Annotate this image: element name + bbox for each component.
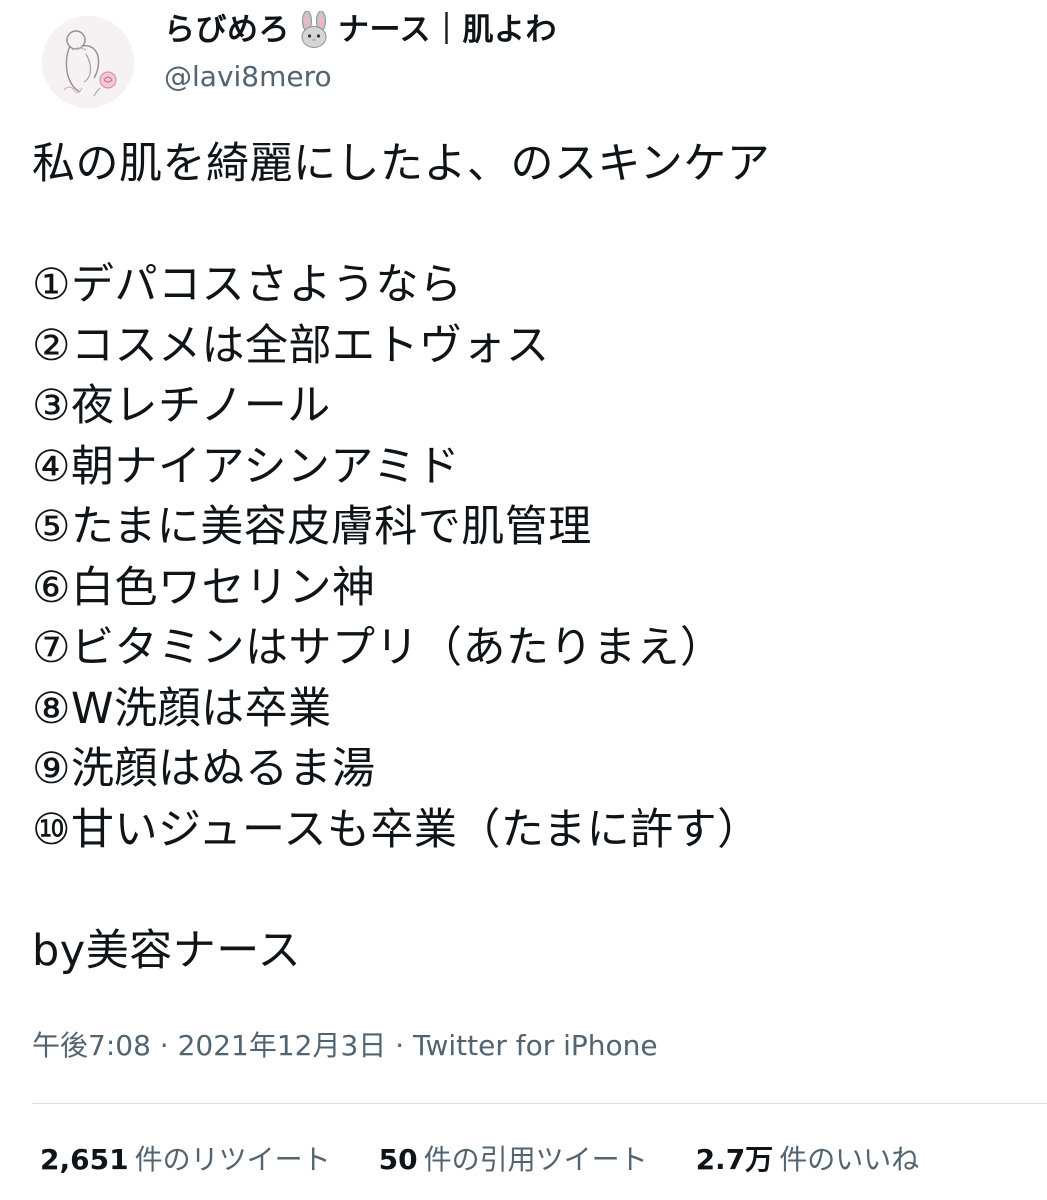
retweets-label: 件のリツイート: [134, 1143, 331, 1176]
tweet-line: ④朝ナイアシンアミド: [32, 441, 460, 492]
tweet-line: ⑧W洗顔は卒業: [32, 683, 332, 734]
display-name[interactable]: らびめろ ナース｜肌よわ: [164, 10, 557, 50]
illustrated-woman-avatar-icon: [42, 16, 134, 108]
likes-count: 2.7万: [695, 1143, 774, 1176]
tweet-source-link[interactable]: Twitter for iPhone: [413, 1029, 658, 1062]
tweet-line: ②コスメは全部エトヴォス: [32, 320, 550, 371]
tweet-text: 私の肌を綺麗にしたよ、のスキンケア ①デパコスさようなら ②コスメは全部エトヴォ…: [32, 134, 1022, 981]
tweet: らびめろ ナース｜肌よわ @lavi8mero 私の肌を綺麗にしたよ、のスキンケ…: [0, 0, 1047, 1200]
display-name-part2: ナース｜肌よわ: [338, 12, 557, 48]
tweet-line: ③夜レチノール: [32, 381, 331, 431]
retweets-stat[interactable]: 2,651 件のリツイート: [40, 1140, 331, 1180]
tweet-line: ⑤たまに美容皮膚科で肌管理: [32, 502, 592, 552]
likes-stat[interactable]: 2.7万 件のいいね: [696, 1140, 920, 1180]
engagement-stats: 2,651 件のリツイート 50 件の引用ツイート 2.7万 件のいいね: [40, 1140, 967, 1180]
tweet-line: ⑨洗顔はぬるま湯: [32, 744, 376, 794]
tweet-line: by美容ナース: [32, 925, 302, 976]
divider: [32, 1103, 1047, 1104]
retweets-count: 2,651: [40, 1143, 129, 1176]
tweet-date[interactable]: 2021年12月3日: [178, 1029, 387, 1062]
tweet-line: ⑥白色ワセリン神: [32, 562, 376, 613]
meta-separator: ·: [150, 1029, 178, 1062]
tweet-line: ①デパコスさようなら: [32, 260, 463, 310]
tweet-header: らびめろ ナース｜肌よわ @lavi8mero: [42, 10, 557, 120]
meta-separator: ·: [386, 1029, 413, 1062]
display-name-part1: らびめろ: [164, 12, 290, 48]
user-handle[interactable]: @lavi8mero: [164, 58, 557, 96]
quote-tweets-stat[interactable]: 50 件の引用ツイート: [379, 1140, 648, 1180]
avatar[interactable]: [42, 16, 134, 108]
tweet-line: ⑦ビタミンはサプリ（あたりまえ）: [32, 623, 724, 673]
tweet-meta: 午後7:08 · 2021年12月3日 · Twitter for iPhone: [32, 1026, 658, 1066]
quotes-label: 件の引用ツイート: [423, 1143, 648, 1176]
quotes-count: 50: [378, 1143, 418, 1176]
rabbit-face-icon: [294, 10, 334, 49]
tweet-line: ⑩甘いジュースも卒業（たまに許す）: [32, 804, 761, 855]
tweet-line: 私の肌を綺麗にしたよ、のスキンケア: [32, 139, 771, 189]
likes-label: 件のいいね: [779, 1143, 920, 1176]
user-names: らびめろ ナース｜肌よわ @lavi8mero: [164, 10, 557, 96]
tweet-time[interactable]: 午後7:08: [32, 1029, 151, 1062]
